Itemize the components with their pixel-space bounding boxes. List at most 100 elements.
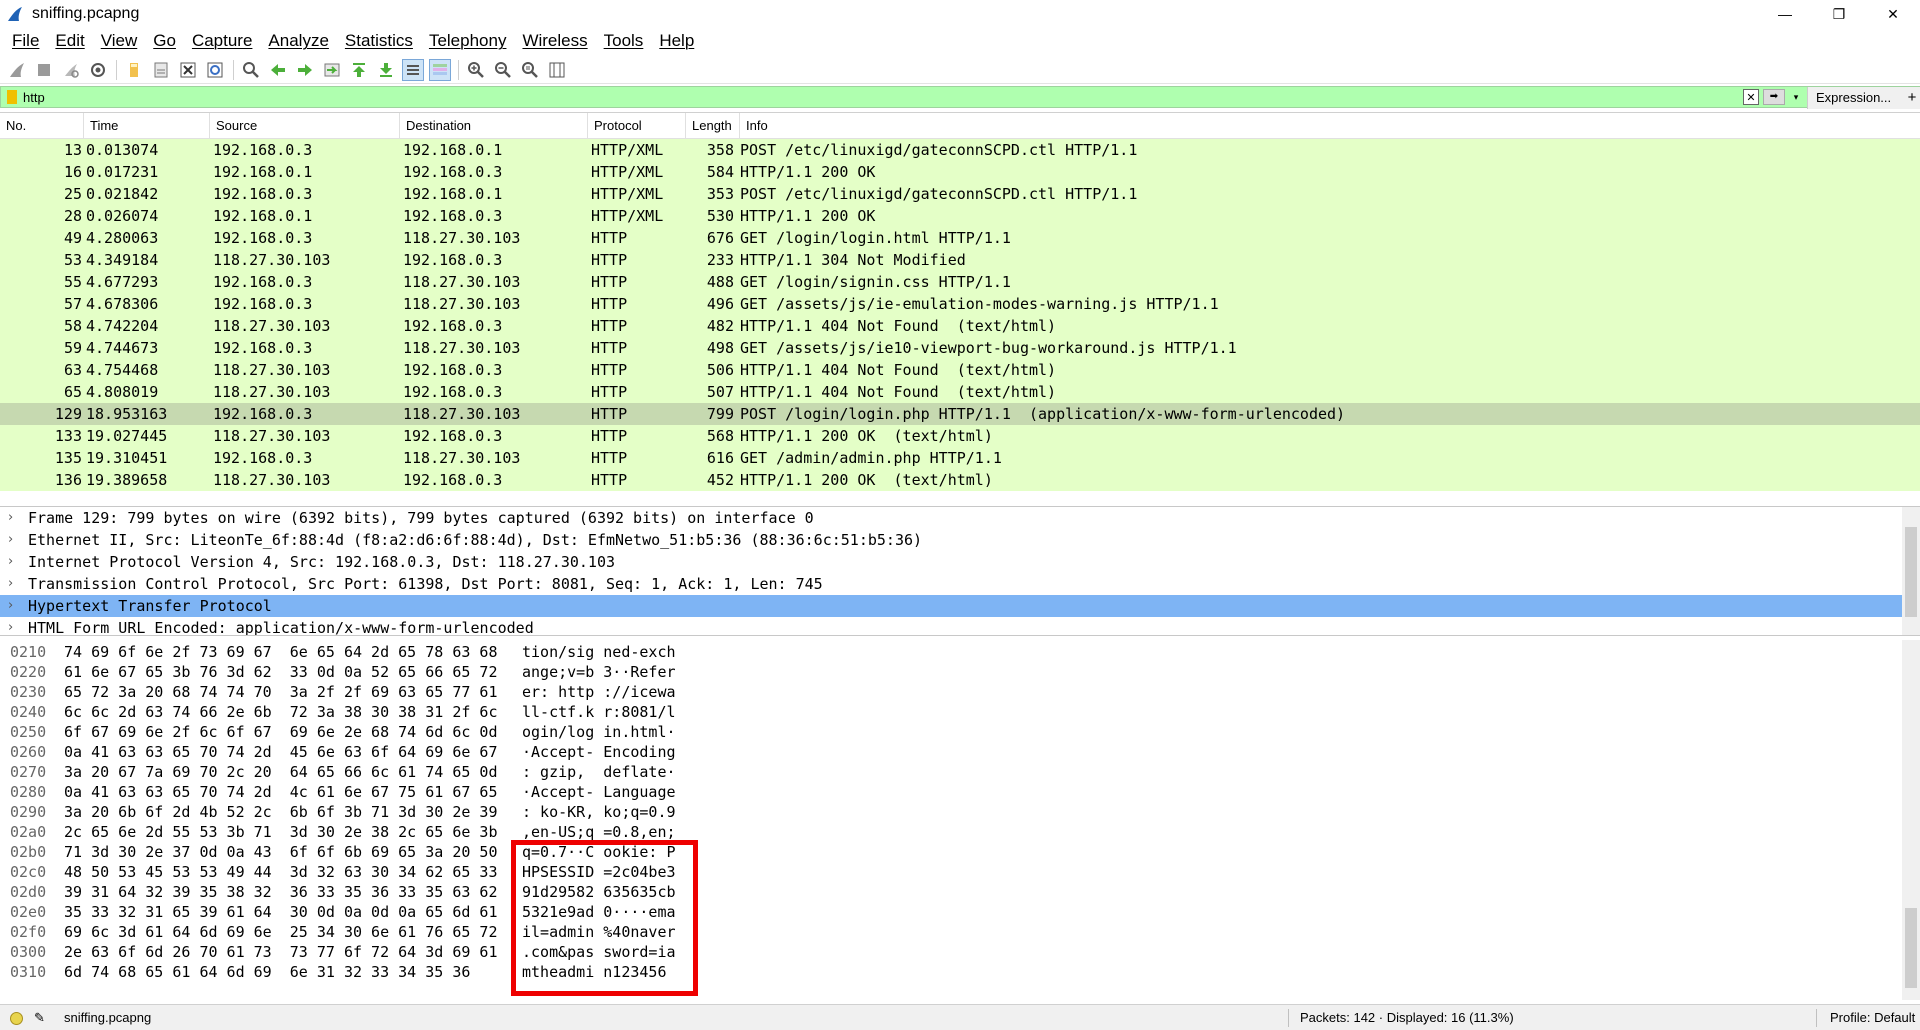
detail-tree-item[interactable]: › Internet Protocol Version 4, Src: 192.1… <box>0 551 1920 573</box>
zoom-in-icon[interactable] <box>465 59 487 81</box>
packet-row[interactable]: 65 4.808019 118.27.30.103 192.168.0.3 HTTP 50… <box>0 381 1920 403</box>
menu-telephony[interactable]: Telephony <box>421 31 515 51</box>
go-to-packet-icon[interactable] <box>321 59 343 81</box>
expand-caret-icon[interactable]: › <box>8 529 13 551</box>
resize-columns-icon[interactable] <box>546 59 568 81</box>
capture-options-icon[interactable] <box>87 59 109 81</box>
detail-tree-item[interactable]: › Frame 129: 799 bytes on wire (6392 bits… <box>0 507 1920 529</box>
capture-comment-icon[interactable]: ✎ <box>34 1010 45 1026</box>
column-header-length[interactable]: Length <box>686 113 740 139</box>
hex-dump-row[interactable]: 0300 2e 63 6f 6d 26 70 61 73 73 77 6f 72 … <box>0 942 1920 962</box>
stop-capture-icon[interactable] <box>33 59 55 81</box>
hex-dump-row[interactable]: 0210 74 69 6f 6e 2f 73 69 67 6e 65 64 2d … <box>0 642 1920 662</box>
hex-dump-row[interactable]: 0250 6f 67 69 6e 2f 6c 6f 67 69 6e 2e 68 … <box>0 722 1920 742</box>
packet-row[interactable]: 58 4.742204 118.27.30.103 192.168.0.3 HTTP 48… <box>0 315 1920 337</box>
packet-row[interactable]: 59 4.744673 192.168.0.3 118.27.30.103 HTTP 49… <box>0 337 1920 359</box>
packet-row[interactable]: 63 4.754468 118.27.30.103 192.168.0.3 HTTP 50… <box>0 359 1920 381</box>
detail-tree-item[interactable]: › HTML Form URL Encoded: application/x-ww… <box>0 617 1920 635</box>
details-scrollbar[interactable] <box>1902 507 1920 635</box>
hex-dump-row[interactable]: 02f0 69 6c 3d 61 64 6d 69 6e 25 34 30 6e … <box>0 922 1920 942</box>
detail-tree-item[interactable]: › Ethernet II, Src: LiteonTe_6f:88:4d (f8… <box>0 529 1920 551</box>
zoom-out-icon[interactable] <box>492 59 514 81</box>
menu-statistics[interactable]: Statistics <box>337 31 421 51</box>
hex-dump-row[interactable]: 0270 3a 20 67 7a 69 70 2c 20 64 65 66 6c … <box>0 762 1920 782</box>
expand-caret-icon[interactable]: › <box>8 507 13 529</box>
hex-dump-row[interactable]: 0240 6c 6c 2d 63 74 66 2e 6b 72 3a 38 30 … <box>0 702 1920 722</box>
auto-scroll-icon[interactable] <box>402 58 424 81</box>
packet-row[interactable]: 129 18.953163 192.168.0.3 118.27.30.103 HTTP… <box>0 403 1920 425</box>
menu-edit[interactable]: Edit <box>47 31 92 51</box>
colorize-icon[interactable] <box>429 58 451 81</box>
expand-caret-icon[interactable]: › <box>8 617 13 635</box>
packet-row[interactable]: 136 19.389658 118.27.30.103 192.168.0.3 HTTP… <box>0 469 1920 491</box>
hex-dump-row[interactable]: 02a0 2c 65 6e 2d 55 53 3b 71 3d 30 2e 38 … <box>0 822 1920 842</box>
packet-row[interactable]: 135 19.310451 192.168.0.3 118.27.30.103 HTTP… <box>0 447 1920 469</box>
details-scrollbar-thumb[interactable] <box>1905 527 1917 617</box>
reload-file-icon[interactable] <box>204 59 226 81</box>
detail-tree-item[interactable]: › Hypertext Transfer Protocol <box>0 595 1902 617</box>
column-header-protocol[interactable]: Protocol <box>588 113 686 139</box>
column-header-info[interactable]: Info <box>740 113 1920 139</box>
go-forward-icon[interactable] <box>294 59 316 81</box>
close-button[interactable]: ✕ <box>1870 0 1916 28</box>
column-header-destination[interactable]: Destination <box>400 113 588 139</box>
packet-row[interactable]: 13 0.013074 192.168.0.3 192.168.0.1 HTTP/XML… <box>0 139 1920 161</box>
column-header-source[interactable]: Source <box>210 113 400 139</box>
packet-row[interactable]: 133 19.027445 118.27.30.103 192.168.0.3 HTTP… <box>0 425 1920 447</box>
minimize-button[interactable]: — <box>1762 0 1808 28</box>
hex-dump-row[interactable]: 02d0 39 31 64 32 39 35 38 32 36 33 35 36 … <box>0 882 1920 902</box>
packet-row[interactable]: 49 4.280063 192.168.0.3 118.27.30.103 HTTP 67… <box>0 227 1920 249</box>
expand-caret-icon[interactable]: › <box>8 595 13 617</box>
go-last-icon[interactable] <box>375 59 397 81</box>
hex-dump-row[interactable]: 02b0 71 3d 30 2e 37 0d 0a 43 6f 6f 6b 69 … <box>0 842 1920 862</box>
column-header-time[interactable]: Time <box>84 113 210 139</box>
hex-dump-row[interactable]: 0310 6d 74 68 65 61 64 6d 69 6e 31 32 33 … <box>0 962 1920 982</box>
hex-dump-row[interactable]: 0220 61 6e 67 65 3b 76 3d 62 33 0d 0a 52 … <box>0 662 1920 682</box>
zoom-normal-icon[interactable] <box>519 59 541 81</box>
expression-button[interactable]: Expression... <box>1807 87 1907 109</box>
go-first-icon[interactable] <box>348 59 370 81</box>
packet-row[interactable]: 57 4.678306 192.168.0.3 118.27.30.103 HTTP 49… <box>0 293 1920 315</box>
hex-dump-row[interactable]: 0280 0a 41 63 63 65 70 74 2d 4c 61 6e 67 … <box>0 782 1920 802</box>
detail-tree-item[interactable]: › Transmission Control Protocol, Src Port… <box>0 573 1920 595</box>
open-file-icon[interactable] <box>123 59 145 81</box>
menu-wireless[interactable]: Wireless <box>514 31 595 51</box>
menu-file[interactable]: File <box>4 31 47 51</box>
clear-filter-icon[interactable]: ✕ <box>1743 89 1759 105</box>
display-filter-input[interactable] <box>23 88 1723 106</box>
bytes-scrollbar-thumb[interactable] <box>1905 908 1917 988</box>
filter-history-dropdown-icon[interactable]: ▾ <box>1789 89 1803 105</box>
column-header-no[interactable]: No. <box>0 113 84 139</box>
restore-button[interactable]: ❐ <box>1816 0 1862 28</box>
go-back-icon[interactable] <box>267 59 289 81</box>
expert-info-icon[interactable] <box>10 1012 23 1025</box>
hex-dump-row[interactable]: 0230 65 72 3a 20 68 74 74 70 3a 2f 2f 69 … <box>0 682 1920 702</box>
hex-dump-row[interactable]: 0260 0a 41 63 63 65 70 74 2d 45 6e 63 6f … <box>0 742 1920 762</box>
packet-row[interactable]: 16 0.017231 192.168.0.1 192.168.0.3 HTTP/XML… <box>0 161 1920 183</box>
hex-dump-row[interactable]: 0290 3a 20 6b 6f 2d 4b 52 2c 6b 6f 3b 71 … <box>0 802 1920 822</box>
menu-tools[interactable]: Tools <box>596 31 652 51</box>
status-profile[interactable]: Profile: Default <box>1830 1010 1915 1025</box>
save-file-icon[interactable] <box>150 59 172 81</box>
packet-row[interactable]: 25 0.021842 192.168.0.3 192.168.0.1 HTTP/XML… <box>0 183 1920 205</box>
menu-go[interactable]: Go <box>145 31 184 51</box>
hex-dump-row[interactable]: 02e0 35 33 32 31 65 39 61 64 30 0d 0a 0d … <box>0 902 1920 922</box>
packet-row[interactable]: 28 0.026074 192.168.0.1 192.168.0.3 HTTP/XML… <box>0 205 1920 227</box>
filter-bookmark-icon[interactable] <box>7 90 17 104</box>
menu-help[interactable]: Help <box>651 31 702 51</box>
add-filter-button[interactable]: + <box>1903 87 1920 109</box>
packet-row[interactable]: 53 4.349184 118.27.30.103 192.168.0.3 HTTP 23… <box>0 249 1920 271</box>
menu-capture[interactable]: Capture <box>184 31 260 51</box>
close-file-icon[interactable] <box>177 59 199 81</box>
restart-capture-icon[interactable] <box>60 59 82 81</box>
menu-view[interactable]: View <box>93 31 146 51</box>
packet-row[interactable]: 55 4.677293 192.168.0.3 118.27.30.103 HTTP 48… <box>0 271 1920 293</box>
find-packet-icon[interactable] <box>240 59 262 81</box>
bytes-scrollbar[interactable] <box>1902 640 1920 1000</box>
expand-caret-icon[interactable]: › <box>8 551 13 573</box>
apply-filter-icon[interactable]: ➡ <box>1763 89 1785 105</box>
menu-analyze[interactable]: Analyze <box>260 31 336 51</box>
expand-caret-icon[interactable]: › <box>8 573 13 595</box>
hex-dump-row[interactable]: 02c0 48 50 53 45 53 53 49 44 3d 32 63 30 … <box>0 862 1920 882</box>
start-capture-icon[interactable] <box>6 59 28 81</box>
